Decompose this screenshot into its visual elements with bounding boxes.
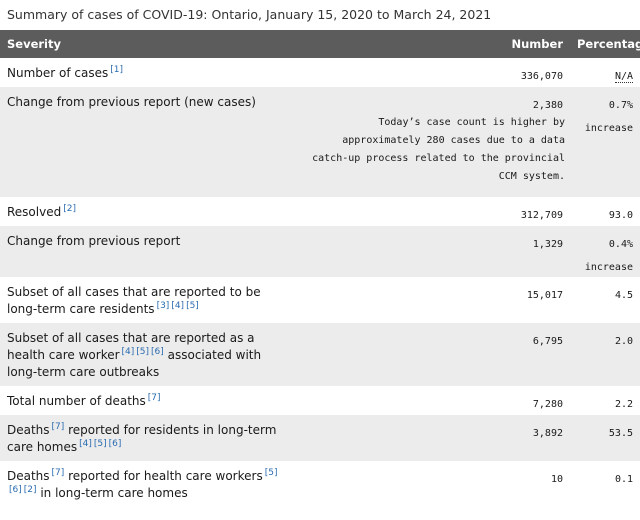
row-percentage: 4.5 — [570, 277, 640, 323]
row-percentage: 2.0 — [570, 323, 640, 386]
reference-link[interactable]: [4] — [171, 301, 184, 311]
row-number: 7,280 — [470, 386, 570, 415]
row-percentage-sub: increase — [584, 123, 633, 134]
reference-link[interactable]: [4] — [122, 347, 135, 357]
table-row: Change from previous report 1,329 0.4% in… — [0, 226, 640, 277]
row-percentage: 2.2 — [570, 386, 640, 415]
table-row: Number of cases [1] 336,070 N/A — [0, 58, 640, 87]
row-label-cont: in long-term care homes — [40, 486, 188, 500]
row-label: Resolved — [7, 205, 62, 219]
reference-link[interactable]: [1] — [110, 65, 123, 75]
header-percentage: Percentage — [570, 30, 640, 58]
reference-link[interactable]: [4] — [79, 439, 92, 449]
reference-link[interactable]: [5] — [186, 301, 199, 311]
reference-link[interactable]: [3] — [157, 301, 170, 311]
row-label: Total number of deaths — [7, 394, 146, 408]
table-header-row: Severity Number Percentage — [0, 30, 640, 58]
row-percentage: 0.7% — [608, 100, 633, 111]
row-number: 15,017 — [470, 277, 570, 323]
row-label: Deaths — [7, 469, 50, 483]
row-percentage: 0.1 — [570, 461, 640, 507]
reference-link[interactable]: [6] — [151, 347, 164, 357]
row-number: 1,329 — [470, 226, 570, 277]
row-label: Change from previous report (new cases) — [7, 95, 256, 109]
reference-link[interactable]: [7] — [52, 422, 65, 432]
covid-summary-table: Severity Number Percentage Number of cas… — [0, 30, 640, 507]
row-label: Deaths — [7, 423, 50, 437]
table-row: Deaths [7] reported for health care worke… — [0, 461, 640, 507]
row-number: 6,795 — [470, 323, 570, 386]
table-row: Change from previous report (new cases) … — [0, 87, 640, 197]
row-number: 336,070 — [470, 58, 570, 87]
row-number: 3,892 — [470, 415, 570, 461]
reference-link[interactable]: [5] — [94, 439, 107, 449]
row-label: Number of cases — [7, 66, 109, 80]
row-percentage: 93.0 — [570, 197, 640, 226]
table-row: Subset of all cases that are reported as… — [0, 323, 640, 386]
row-percentage: 53.5 — [570, 415, 640, 461]
table-row: Resolved [2] 312,709 93.0 — [0, 197, 640, 226]
row-number: 10 — [470, 461, 570, 507]
reference-link[interactable]: [6] — [109, 439, 122, 449]
table-row: Subset of all cases that are reported to… — [0, 277, 640, 323]
row-label: Subset of all cases that are reported to… — [7, 285, 261, 316]
row-percentage-sub: increase — [584, 262, 633, 273]
row-label-cont: reported for health care workers — [68, 469, 263, 483]
reference-link[interactable]: [7] — [148, 393, 161, 403]
header-severity: Severity — [0, 30, 470, 58]
row-number: 312,709 — [470, 197, 570, 226]
reference-link[interactable]: [7] — [52, 468, 65, 478]
reference-link[interactable]: [2] — [63, 204, 76, 214]
table-row: Deaths [7] reported for residents in long… — [0, 415, 640, 461]
row-note: Today’s case count is higher by approxim… — [312, 117, 565, 182]
table-row: Total number of deaths [7] 7,280 2.2 — [0, 386, 640, 415]
reference-link[interactable]: [6] — [9, 485, 22, 495]
reference-link[interactable]: [5] — [265, 468, 278, 478]
row-label: Change from previous report — [7, 234, 181, 248]
reference-link[interactable]: [2] — [24, 485, 37, 495]
row-percentage: 0.4% — [608, 239, 633, 250]
header-number: Number — [470, 30, 570, 58]
reference-link[interactable]: [5] — [136, 347, 149, 357]
table-caption: Summary of cases of COVID-19: Ontario, J… — [7, 7, 492, 22]
row-percentage[interactable]: N/A — [614, 71, 633, 83]
